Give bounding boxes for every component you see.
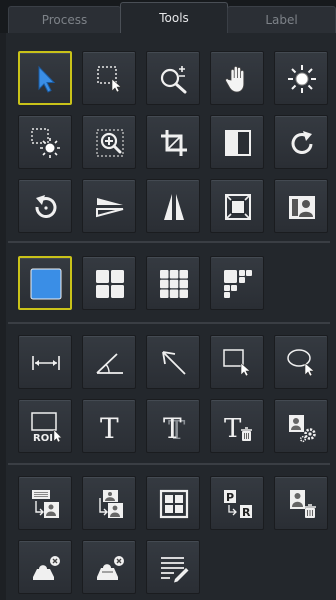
image-stack-sync-icon xyxy=(99,490,123,518)
text-delete-button[interactable]: T xyxy=(210,399,264,453)
zoom-in-out-icon xyxy=(160,66,187,94)
roi-label: ROI xyxy=(33,433,53,443)
clear-all-annotations-button[interactable] xyxy=(82,540,136,594)
region-select-icon xyxy=(97,66,122,93)
text-annotation-icon: T xyxy=(100,412,119,443)
brightness-button[interactable] xyxy=(274,51,328,105)
region-select-button[interactable] xyxy=(82,51,136,105)
layout-1x1-button[interactable] xyxy=(18,256,72,310)
clear-all-annotations-icon xyxy=(97,556,124,580)
invert-contrast-icon xyxy=(225,130,251,156)
section-divider xyxy=(8,322,330,324)
annotation-list-button[interactable] xyxy=(146,540,200,594)
measure-distance-button[interactable] xyxy=(18,335,72,389)
measure-angle-icon xyxy=(96,353,123,374)
series-sync-button[interactable] xyxy=(18,476,72,530)
fit-frame-button[interactable] xyxy=(210,179,264,233)
image-settings-icon xyxy=(289,415,316,443)
text-delete-icon: T xyxy=(224,414,252,443)
pointer-arrow-icon xyxy=(38,65,56,93)
viewport-layout-icon xyxy=(159,489,189,519)
pointer-tool-button[interactable] xyxy=(18,51,72,105)
layout-1x1-icon xyxy=(30,268,62,300)
rectangle-roi-button[interactable] xyxy=(210,335,264,389)
clear-annotations-icon xyxy=(33,556,60,580)
layout-3x3-button[interactable] xyxy=(146,256,200,310)
ellipse-roi-icon xyxy=(287,349,315,377)
flip-horizontal-icon xyxy=(164,194,184,220)
swap-pr-icon: P R xyxy=(224,490,252,519)
zoom-region-button[interactable] xyxy=(82,115,136,169)
portrait-image-icon xyxy=(289,196,315,219)
zoom-button[interactable] xyxy=(146,51,200,105)
text-style-icon: T T xyxy=(163,412,186,443)
pan-button[interactable] xyxy=(210,51,264,105)
zoom-region-icon xyxy=(96,129,124,157)
section-divider xyxy=(8,463,330,465)
tab-process[interactable]: Process xyxy=(8,6,121,33)
image-settings-button[interactable] xyxy=(274,399,328,453)
pan-hand-icon xyxy=(225,66,245,93)
crop-icon xyxy=(161,130,187,156)
swap-pr-button[interactable]: P R xyxy=(210,476,264,530)
crop-button[interactable] xyxy=(146,115,200,169)
invert-button[interactable] xyxy=(210,115,264,169)
rotate-right-button[interactable] xyxy=(274,115,328,169)
rotate-counterclockwise-icon xyxy=(35,195,57,218)
layout-2x2-button[interactable] xyxy=(82,256,136,310)
portrait-image-button[interactable] xyxy=(274,179,328,233)
clear-annotations-button[interactable] xyxy=(18,540,72,594)
fit-frame-icon xyxy=(225,194,251,220)
flip-vertical-button[interactable] xyxy=(82,179,136,233)
layout-3x3-icon xyxy=(160,270,188,298)
text-annotation-button[interactable]: T xyxy=(82,399,136,453)
layout-custom-icon xyxy=(224,270,252,298)
text-tool-glyph: T xyxy=(100,412,119,443)
roi-tool-icon: ROI xyxy=(31,412,62,443)
flip-horizontal-button[interactable] xyxy=(146,179,200,233)
annotation-list-icon xyxy=(161,557,189,583)
arrow-annotation-icon xyxy=(162,351,186,375)
measure-distance-icon xyxy=(32,356,60,370)
swap-r-label: R xyxy=(242,506,251,519)
arrow-annotation-button[interactable] xyxy=(146,335,200,389)
measure-angle-button[interactable] xyxy=(82,335,136,389)
ellipse-roi-button[interactable] xyxy=(274,335,328,389)
tab-bar: Process Tools Label xyxy=(0,0,336,33)
region-brightness-icon xyxy=(31,128,60,158)
tab-tools[interactable]: Tools xyxy=(120,2,228,33)
delete-image-button[interactable] xyxy=(274,476,328,530)
region-brightness-button[interactable] xyxy=(18,115,72,169)
text-delete-glyph: T xyxy=(224,414,242,443)
section-divider xyxy=(8,241,330,243)
flip-vertical-icon xyxy=(96,198,124,218)
roi-tool-button[interactable]: ROI xyxy=(18,399,72,453)
tools-panel: Process Tools Label ROI T T T T P R xyxy=(0,0,336,600)
image-stack-sync-button[interactable] xyxy=(82,476,136,530)
layout-2x2-icon xyxy=(96,270,124,298)
brightness-sun-icon xyxy=(288,65,316,93)
panel-scrollbar[interactable] xyxy=(0,33,6,600)
delete-image-icon xyxy=(290,490,316,518)
rotate-clockwise-icon xyxy=(291,131,313,154)
text-style-glyph: T xyxy=(163,412,182,443)
series-sync-icon xyxy=(32,490,59,518)
layout-custom-button[interactable] xyxy=(210,256,264,310)
rotate-left-button[interactable] xyxy=(18,179,72,233)
rectangle-roi-icon xyxy=(223,349,251,377)
text-style-button[interactable]: T T xyxy=(146,399,200,453)
viewport-layout-button[interactable] xyxy=(146,476,200,530)
swap-p-label: P xyxy=(226,491,234,504)
tab-label[interactable]: Label xyxy=(227,6,336,33)
